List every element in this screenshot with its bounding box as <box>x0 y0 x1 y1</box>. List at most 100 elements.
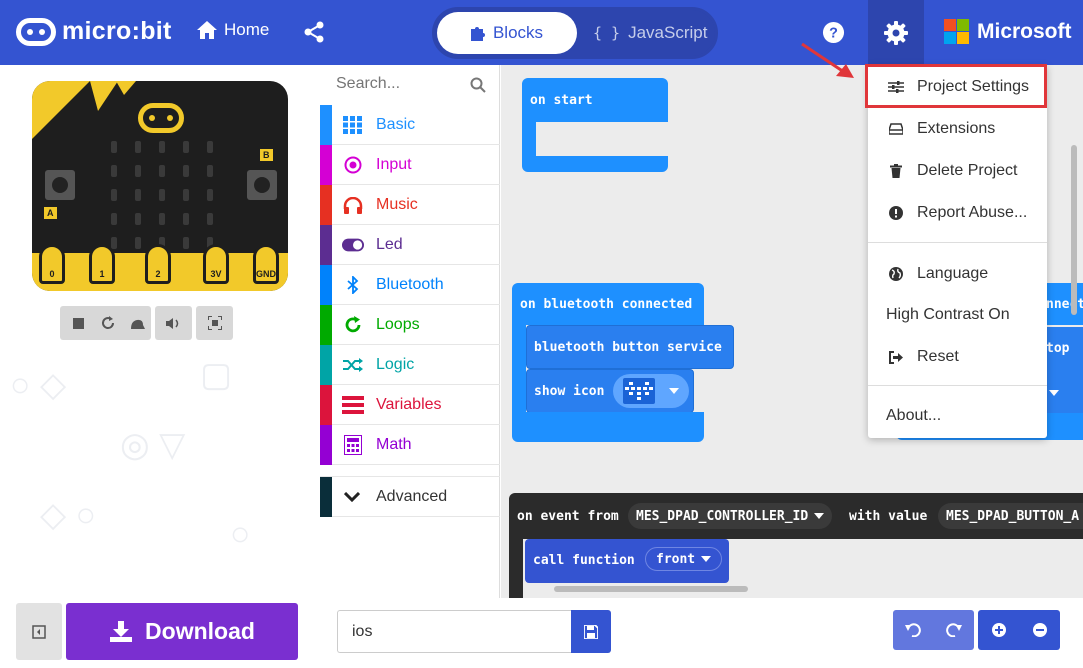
download-label: Download <box>145 618 255 644</box>
category-label: Led <box>376 236 403 253</box>
menu-item-report-abuse[interactable]: Report Abuse... <box>868 192 1047 234</box>
editor-toggle: Blocks { } JavaScript <box>432 7 718 59</box>
category-logic[interactable]: Logic <box>320 345 500 385</box>
sim-button-a[interactable] <box>45 170 75 200</box>
braces-icon: { } <box>593 24 621 42</box>
home-button[interactable]: Home <box>196 20 269 40</box>
background-decoration: ◎ ▽ <box>120 426 186 464</box>
stop-button[interactable] <box>64 306 93 340</box>
category-variables[interactable]: Variables <box>320 385 500 425</box>
redo-button[interactable] <box>934 610 975 650</box>
category-bluetooth[interactable]: Bluetooth <box>320 265 500 305</box>
svg-text:?: ? <box>829 25 838 41</box>
category-loops[interactable]: Loops <box>320 305 500 345</box>
workspace-vertical-scrollbar[interactable] <box>1071 145 1077 315</box>
menu-item-delete-project[interactable]: Delete Project <box>868 150 1047 192</box>
save-button[interactable] <box>571 610 611 653</box>
microsoft-logo[interactable]: Microsoft <box>944 19 1072 44</box>
home-label: Home <box>224 20 270 39</box>
menu-item-language[interactable]: Language <box>868 253 1047 295</box>
category-label: Variables <box>376 396 442 413</box>
exclamation-circle-icon <box>888 205 904 221</box>
slowmo-button[interactable] <box>122 306 151 340</box>
undo-button[interactable] <box>893 610 934 650</box>
target-icon <box>342 154 364 176</box>
menu-item-label: High Contrast On <box>886 306 1010 323</box>
on-event-block[interactable]: on event from MES_DPAD_CONTROLLER_ID wit… <box>509 493 1083 598</box>
toggle-on-icon <box>342 234 364 256</box>
collapse-left-icon <box>32 624 46 639</box>
background-decoration: ▢ <box>200 356 233 394</box>
zoom-in-button[interactable] <box>978 610 1019 650</box>
menu-item-about[interactable]: About... <box>868 395 1047 437</box>
category-math[interactable]: Math <box>320 425 500 465</box>
volume-icon <box>165 317 178 329</box>
category-music[interactable]: Music <box>320 185 500 225</box>
on-start-block[interactable]: on start <box>522 78 668 172</box>
button-a-label: A <box>44 207 57 219</box>
blocks-tab[interactable]: Blocks <box>437 12 577 54</box>
javascript-tab-label: JavaScript <box>628 23 708 42</box>
category-led[interactable]: Led <box>320 225 500 265</box>
menu-item-reset[interactable]: Reset <box>868 336 1047 378</box>
refresh-icon <box>342 314 364 336</box>
javascript-tab[interactable]: { } JavaScript <box>593 12 707 54</box>
refresh-icon <box>101 316 114 329</box>
category-basic[interactable]: Basic <box>320 105 500 145</box>
microbit-logo-icon <box>16 17 56 46</box>
menu-item-label: About... <box>886 407 942 424</box>
pin-label: 2 <box>155 269 161 279</box>
category-label: Input <box>376 156 412 173</box>
menu-item-high-contrast[interactable]: High Contrast On <box>868 294 1047 336</box>
settings-button[interactable] <box>868 0 924 65</box>
fullscreen-button[interactable] <box>196 306 233 340</box>
led-matrix <box>111 141 213 249</box>
sim-button-b[interactable] <box>247 170 277 200</box>
minus-circle-icon <box>1032 623 1047 637</box>
gear-icon <box>884 20 908 45</box>
snail-icon <box>130 319 145 329</box>
restart-button[interactable] <box>93 306 122 340</box>
bluetooth-button-service-block[interactable]: bluetooth button service <box>526 325 734 369</box>
list-icon <box>342 394 364 416</box>
mute-button[interactable] <box>155 306 192 340</box>
menu-item-extensions[interactable]: Extensions <box>868 108 1047 150</box>
headphones-icon <box>342 194 364 216</box>
trash-icon <box>888 163 904 179</box>
category-advanced[interactable]: Advanced <box>320 476 500 517</box>
show-icon-block[interactable]: show icon <box>526 369 694 413</box>
background-decoration: ○ ◇ <box>10 366 67 404</box>
function-dropdown[interactable]: front <box>645 547 723 571</box>
share-button[interactable] <box>302 20 326 49</box>
button-value-dropdown[interactable]: MES_DPAD_BUTTON_A <box>938 503 1083 529</box>
grid-icon <box>342 114 364 136</box>
zoom-out-button[interactable] <box>1019 610 1060 650</box>
bluetooth-connected-block[interactable]: on bluetooth connected bluetooth button … <box>512 283 746 442</box>
collapse-simulator-button[interactable] <box>16 603 62 660</box>
controller-id-dropdown[interactable]: MES_DPAD_CONTROLLER_ID <box>628 503 833 529</box>
workspace-horizontal-scrollbar[interactable] <box>554 586 748 592</box>
microbit-logo[interactable]: micro:bit <box>16 17 172 46</box>
save-icon <box>584 624 598 639</box>
download-button[interactable]: Download <box>66 603 298 660</box>
board-logo <box>138 103 184 133</box>
category-input[interactable]: Input <box>320 145 500 185</box>
icon-dropdown[interactable] <box>613 374 689 408</box>
top-header: micro:bit Home Blocks { } JavaScript ? M… <box>0 0 1083 65</box>
project-name-input[interactable] <box>337 610 571 653</box>
undo-icon <box>905 623 922 637</box>
search-input[interactable] <box>336 75 466 93</box>
undo-redo-group <box>893 610 974 650</box>
globe-icon <box>888 266 904 282</box>
arrow-annotation <box>801 42 854 78</box>
zoom-group <box>978 610 1060 650</box>
chevron-down-icon <box>701 556 712 562</box>
stop-icon <box>73 317 84 329</box>
calculator-icon <box>342 434 364 456</box>
button-b-label: B <box>260 149 273 161</box>
simulator-panel: ○ ◇ ◎ ▽ ◇ ○ ▢ ○ A B 0 1 2 3V GND <box>0 65 320 598</box>
chevron-down-icon <box>814 513 825 519</box>
search-icon[interactable] <box>470 77 486 93</box>
category-label: Bluetooth <box>376 276 444 293</box>
call-function-block[interactable]: call function front <box>525 539 729 583</box>
